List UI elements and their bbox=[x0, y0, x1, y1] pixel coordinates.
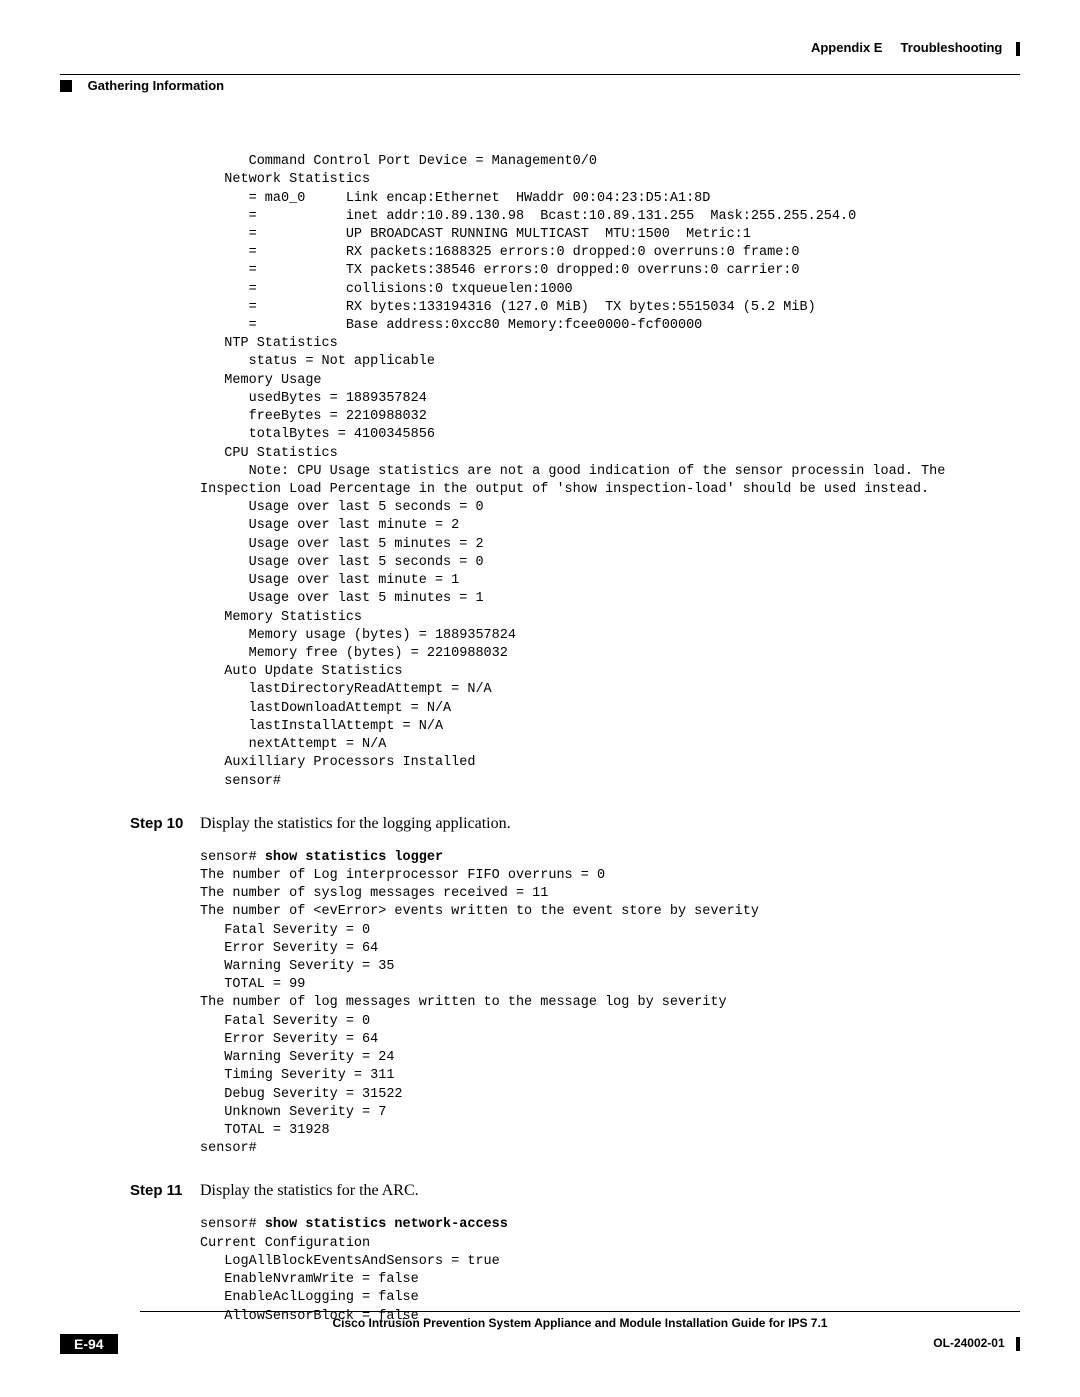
step-11-row: Step 11 Display the statistics for the A… bbox=[200, 1182, 1020, 1200]
step-10-row: Step 10 Display the statistics for the l… bbox=[200, 815, 1020, 833]
step-11-text: Display the statistics for the ARC. bbox=[200, 1182, 419, 1200]
running-header: Appendix E Troubleshooting bbox=[60, 40, 1020, 70]
section-header: Gathering Information bbox=[60, 77, 1020, 93]
output: The number of Log interprocessor FIFO ov… bbox=[200, 868, 759, 1156]
page-number: E-94 bbox=[60, 1334, 118, 1354]
step-10-label: Step 10 bbox=[130, 815, 200, 832]
prompt: sensor# bbox=[200, 1217, 265, 1232]
content-area: Command Control Port Device = Management… bbox=[200, 153, 1020, 1326]
header-right: Appendix E Troubleshooting bbox=[811, 40, 1020, 56]
command: show statistics logger bbox=[265, 850, 443, 865]
code-block-logger: sensor# show statistics logger The numbe… bbox=[200, 849, 1020, 1159]
prompt: sensor# bbox=[200, 850, 265, 865]
square-bullet-icon bbox=[60, 80, 72, 92]
appendix-label: Appendix E bbox=[811, 40, 883, 55]
chapter-title: Troubleshooting bbox=[901, 40, 1003, 55]
code-block-host-stats: Command Control Port Device = Management… bbox=[200, 153, 1020, 791]
section-title: Gathering Information bbox=[88, 78, 225, 93]
footer-row: E-94 OL-24002-01 bbox=[60, 1334, 1020, 1354]
footer-doc-title: Cisco Intrusion Prevention System Applia… bbox=[140, 1316, 1020, 1330]
step-11-label: Step 11 bbox=[130, 1182, 200, 1199]
header-rule bbox=[60, 74, 1020, 75]
step-10-text: Display the statistics for the logging a… bbox=[200, 815, 511, 833]
command: show statistics network-access bbox=[265, 1217, 508, 1232]
header-bar-icon bbox=[1016, 42, 1020, 56]
footer-rule bbox=[140, 1311, 1020, 1312]
page-footer: Cisco Intrusion Prevention System Applia… bbox=[60, 1311, 1020, 1354]
footer-bar-icon bbox=[1016, 1337, 1020, 1351]
code-block-network-access: sensor# show statistics network-access C… bbox=[200, 1216, 1020, 1325]
doc-number: OL-24002-01 bbox=[933, 1336, 1020, 1351]
page: Appendix E Troubleshooting Gathering Inf… bbox=[0, 0, 1080, 1390]
